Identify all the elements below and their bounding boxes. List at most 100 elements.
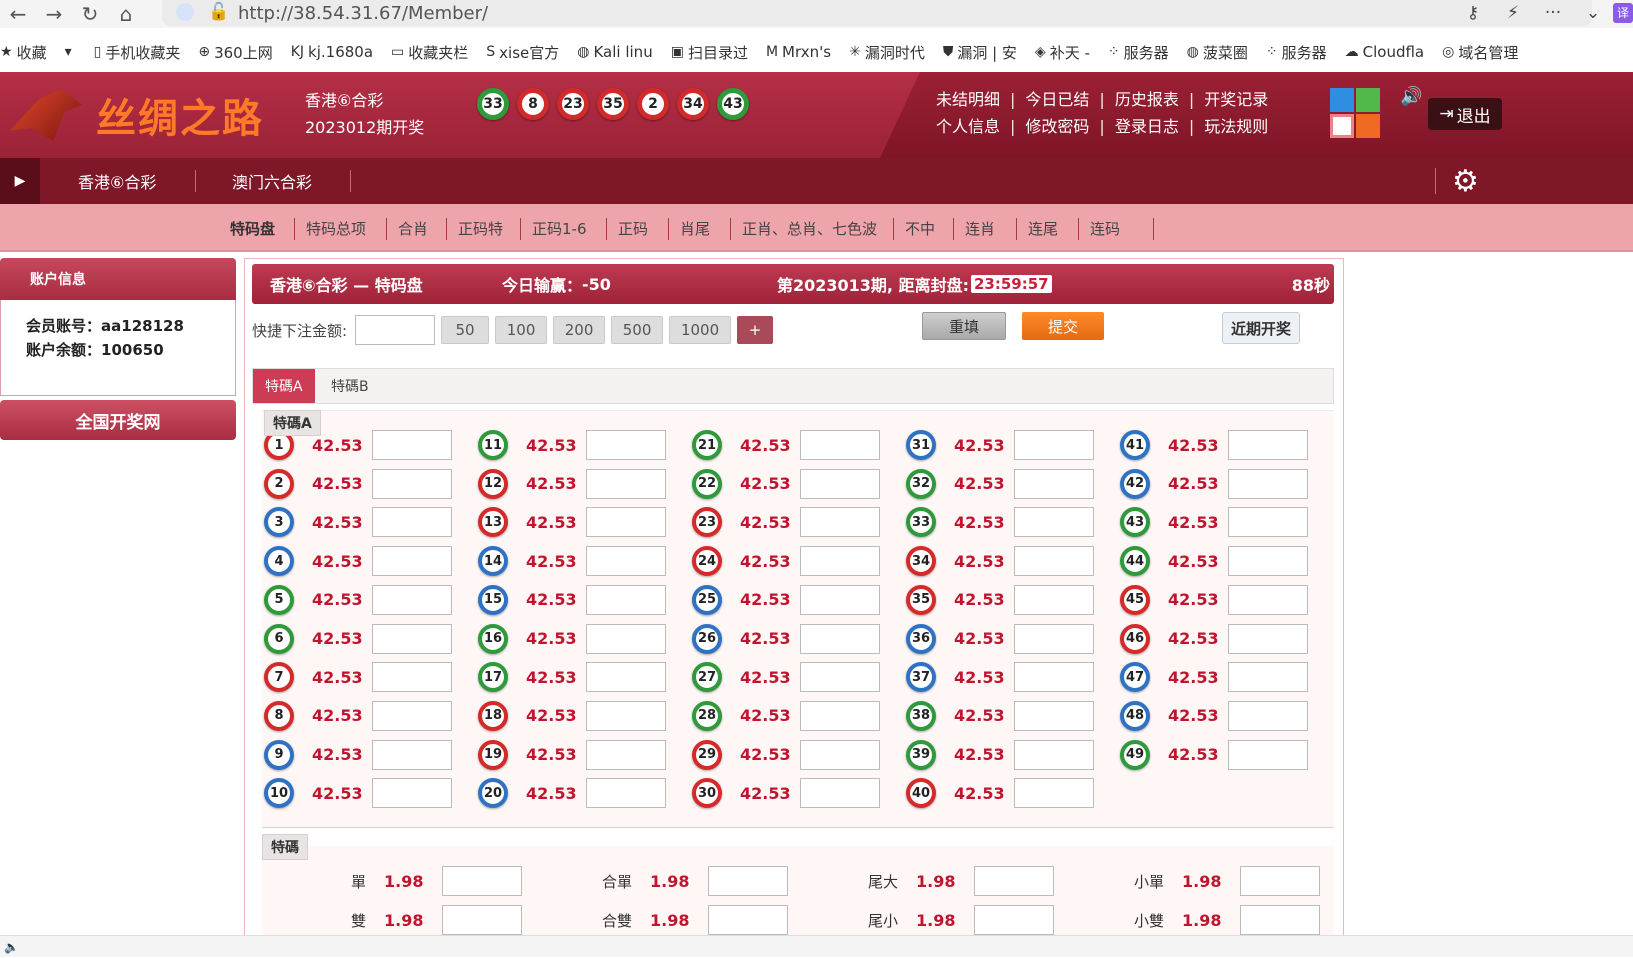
bet-amount-input[interactable] [800, 623, 880, 654]
nav2-item[interactable]: 特码总项 [306, 204, 366, 252]
add-amount-button[interactable]: + [737, 316, 774, 344]
nav2-item[interactable]: 连尾 [1028, 204, 1058, 252]
bet-amount-input[interactable] [1228, 430, 1308, 460]
bet-amount-input[interactable] [800, 430, 880, 460]
bet-amount-input[interactable] [372, 507, 452, 538]
bookmark-item[interactable]: ◍ Kali linu [577, 43, 652, 61]
key-icon[interactable]: ⚷ [1453, 3, 1493, 23]
bet-amount-input[interactable] [800, 700, 880, 731]
bet-amount-input[interactable] [586, 700, 666, 731]
bet-amount-input[interactable] [586, 468, 666, 499]
gear-icon[interactable]: ⚙ [1452, 164, 1479, 199]
tema-amount-input[interactable] [708, 866, 788, 896]
bet-amount-input[interactable] [1014, 546, 1094, 577]
site-logo[interactable]: 丝绸之路 [10, 86, 264, 144]
bet-amount-input[interactable] [372, 468, 452, 499]
bookmark-item[interactable]: ☁ Cloudfla [1345, 43, 1425, 61]
lightning-icon[interactable]: ⚡ [1493, 3, 1533, 23]
bet-amount-input[interactable] [1228, 584, 1308, 615]
quick-amount-chip[interactable]: 200 [553, 316, 606, 344]
bet-amount-input[interactable] [586, 623, 666, 654]
bet-amount-input[interactable] [1014, 584, 1094, 615]
nav2-item[interactable]: 合肖 [398, 204, 428, 252]
bookmark-item[interactable]: ⁘ 服务器 [1108, 42, 1169, 63]
bet-amount-input[interactable] [800, 507, 880, 538]
theme-orange-swatch[interactable] [1356, 114, 1380, 138]
home-icon[interactable]: ⌂ [108, 2, 144, 26]
bet-amount-input[interactable] [372, 430, 452, 460]
insecure-lock-icon[interactable]: 🔓 [208, 2, 229, 22]
top-link[interactable]: 修改密码 [1025, 113, 1089, 140]
quick-amount-chip[interactable]: 500 [611, 316, 664, 344]
bet-amount-input[interactable] [372, 739, 452, 770]
bookmark-item[interactable]: ◈ 补天 - [1035, 42, 1090, 63]
bet-amount-input[interactable] [800, 468, 880, 499]
tema-amount-input[interactable] [442, 905, 522, 935]
bet-amount-input[interactable] [1014, 739, 1094, 770]
bookmark-item[interactable]: ✳ 漏洞时代 [849, 42, 925, 63]
chevron-down-icon[interactable]: ⌄ [1573, 3, 1613, 23]
top-link[interactable]: 个人信息 [936, 113, 1000, 140]
bookmark-item[interactable]: M Mrxn's [766, 43, 831, 61]
tab-tema-a[interactable]: 特碼A [253, 369, 315, 403]
bet-amount-input[interactable] [1228, 700, 1308, 731]
bet-amount-input[interactable] [1228, 739, 1308, 770]
tema-amount-input[interactable] [974, 905, 1054, 935]
reset-button[interactable]: 重填 [922, 312, 1006, 340]
forward-icon[interactable]: → [36, 2, 72, 26]
bet-amount-input[interactable] [1228, 623, 1308, 654]
bet-amount-input[interactable] [586, 662, 666, 693]
translate-icon[interactable]: 译 [1613, 3, 1633, 23]
nav2-item[interactable]: 不中 [905, 204, 935, 252]
quick-amount-chip[interactable]: 100 [495, 316, 548, 344]
tab-macau-mark6[interactable]: 澳门六合彩 [232, 158, 312, 204]
speaker-icon[interactable]: 🔊 [1400, 86, 1422, 107]
bet-amount-input[interactable] [800, 739, 880, 770]
bookmark-item[interactable]: ◍ 菠菜圈 [1187, 42, 1248, 63]
bet-amount-input[interactable] [800, 662, 880, 693]
bet-amount-input[interactable] [1014, 623, 1094, 654]
bookmark-item[interactable]: ◎ 域名管理 [1442, 42, 1518, 63]
quick-amount-chip[interactable]: 50 [441, 316, 490, 344]
bet-amount-input[interactable] [1014, 507, 1094, 538]
bookmark-item[interactable]: ★ 收藏 [0, 42, 47, 63]
nav2-item[interactable]: 肖尾 [680, 204, 710, 252]
url-text[interactable]: http://38.54.31.67/Member/ [238, 3, 488, 24]
bet-amount-input[interactable] [586, 739, 666, 770]
bet-amount-input[interactable] [1014, 430, 1094, 460]
nav2-item[interactable]: 正码1-6 [532, 204, 587, 252]
bet-amount-input[interactable] [372, 584, 452, 615]
bookmark-item[interactable]: KJ kj.1680a [291, 43, 373, 61]
refresh-seconds[interactable]: 88秒 [1292, 264, 1330, 304]
address-bar[interactable]: 🔓 http://38.54.31.67/Member/ [162, 0, 1592, 26]
more-icon[interactable]: ··· [1533, 3, 1573, 23]
nav2-item[interactable]: 连码 [1090, 204, 1120, 252]
reload-icon[interactable]: ↻ [72, 2, 108, 26]
top-link[interactable]: 开奖记录 [1204, 86, 1268, 113]
top-link[interactable]: 历史报表 [1115, 86, 1179, 113]
bet-amount-input[interactable] [800, 584, 880, 615]
logout-button[interactable]: ⇥ 退出 [1428, 98, 1502, 130]
bookmark-item[interactable]: ▣ 扫目录过 [671, 42, 748, 63]
bet-amount-input[interactable] [372, 623, 452, 654]
bookmark-item[interactable]: ⛊ 漏洞 | 安 [943, 42, 1017, 63]
tema-amount-input[interactable] [442, 866, 522, 896]
bet-amount-input[interactable] [1014, 778, 1094, 809]
top-link[interactable]: 未结明细 [936, 86, 1000, 113]
bet-amount-input[interactable] [1014, 662, 1094, 693]
tema-amount-input[interactable] [1240, 905, 1320, 935]
top-link[interactable]: 登录日志 [1115, 113, 1179, 140]
bet-amount-input[interactable] [586, 507, 666, 538]
quick-amount-chip[interactable]: 1000 [669, 316, 732, 344]
bet-amount-input[interactable] [372, 700, 452, 731]
bookmark-item[interactable]: ▯ 手机收藏夹 [94, 42, 181, 63]
top-link[interactable]: 今日已结 [1025, 86, 1089, 113]
bookmark-item[interactable]: ▾ [65, 44, 76, 60]
nav2-item[interactable]: 特码盘 [230, 204, 275, 252]
bet-amount-input[interactable] [586, 430, 666, 460]
bet-amount-input[interactable] [800, 546, 880, 577]
bet-amount-input[interactable] [372, 546, 452, 577]
bet-amount-input[interactable] [1014, 700, 1094, 731]
bet-amount-input[interactable] [586, 584, 666, 615]
bet-amount-input[interactable] [372, 778, 452, 809]
